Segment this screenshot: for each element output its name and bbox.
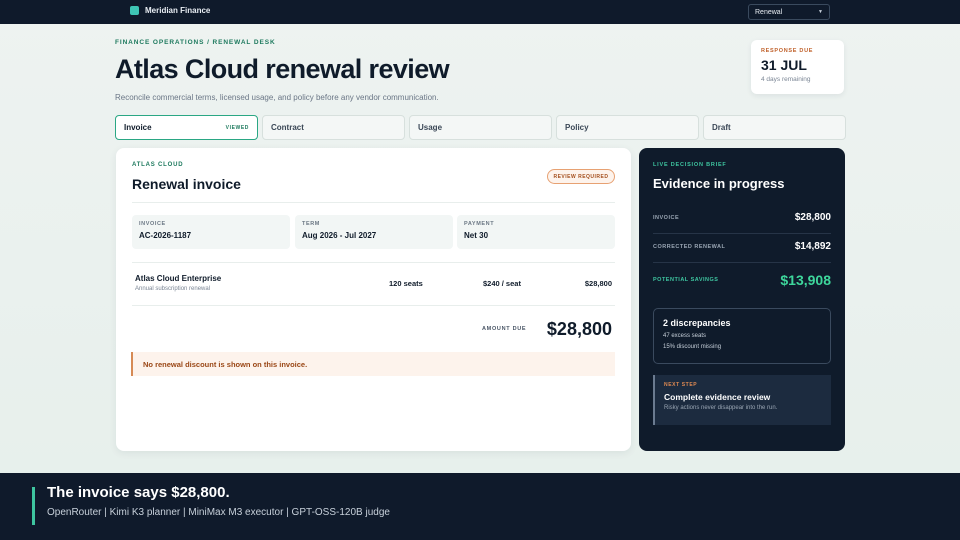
brief-row-corrected: CORRECTED RENEWAL $14,892	[653, 241, 831, 252]
divider	[653, 233, 831, 234]
meta-value: Net 30	[464, 231, 489, 240]
divider	[132, 202, 615, 203]
tab-label: Usage	[418, 123, 443, 132]
brief-eyebrow: LIVE DECISION BRIEF	[653, 162, 727, 168]
caption-subtitle: OpenRouter | Kimi K3 planner | MiniMax M…	[47, 507, 390, 518]
workflow-select[interactable]: Renewal ▼	[748, 4, 830, 20]
discrepancies-box: 2 discrepancies 47 excess seats 15% disc…	[653, 308, 831, 364]
payment-box: PAYMENT Net 30	[457, 215, 615, 249]
brief-row-value: $28,800	[794, 212, 831, 223]
brief-row-label: CORRECTED RENEWAL	[653, 243, 726, 250]
invoice-number-box: INVOICE AC-2026-1187	[132, 215, 290, 249]
top-bar: Meridian Finance Renewal ▼	[0, 0, 960, 24]
discrepancies-title: 2 discrepancies	[663, 318, 731, 328]
tab-contract[interactable]: Contract	[262, 115, 405, 140]
divider	[132, 262, 615, 263]
response-due-label: RESPONSE DUE	[761, 48, 814, 54]
brief-row-value: $14,892	[794, 241, 831, 252]
potential-savings-value: $13,908	[780, 272, 831, 288]
discrepancy-item: 15% discount missing	[663, 344, 722, 350]
brief-row-label: POTENTIAL SAVINGS	[653, 277, 719, 283]
invoice-title: Renewal invoice	[132, 176, 241, 192]
tab-draft[interactable]: Draft	[703, 115, 846, 140]
meta-value: Aug 2026 - Jul 2027	[302, 231, 377, 240]
caption-accent-bar	[32, 487, 35, 525]
discount-alert: No renewal discount is shown on this inv…	[131, 352, 615, 376]
tab-label: Invoice	[124, 123, 152, 132]
divider	[653, 262, 831, 263]
brief-row-label: INVOICE	[653, 214, 680, 221]
page-subtitle: Reconcile commercial terms, licensed usa…	[115, 93, 439, 102]
tab-label: Policy	[565, 123, 589, 132]
meta-label: TERM	[302, 221, 320, 227]
divider	[132, 305, 615, 306]
next-step-title: Complete evidence review	[664, 392, 771, 402]
line-item-total: $28,800	[584, 279, 612, 288]
tab-bar: Invoice VIEWED Contract Usage Policy Dra…	[115, 115, 846, 140]
response-due-remaining: 4 days remaining	[761, 76, 811, 83]
brand[interactable]: Meridian Finance	[130, 6, 210, 15]
tab-policy[interactable]: Policy	[556, 115, 699, 140]
next-step-description: Risky actions never disappear into the r…	[664, 405, 778, 411]
review-required-badge: REVIEW REQUIRED	[547, 169, 615, 184]
discrepancy-item: 47 excess seats	[663, 333, 707, 339]
decision-brief-panel: LIVE DECISION BRIEF Evidence in progress…	[639, 148, 845, 451]
brand-name: Meridian Finance	[145, 6, 211, 15]
breadcrumb: FINANCE OPERATIONS / RENEWAL DESK	[115, 39, 276, 46]
next-step-box[interactable]: NEXT STEP Complete evidence review Risky…	[653, 375, 831, 425]
tab-invoice[interactable]: Invoice VIEWED	[115, 115, 258, 140]
page-title: Atlas Cloud renewal review	[115, 54, 450, 84]
meta-label: PAYMENT	[464, 221, 495, 227]
chevron-down-icon: ▼	[818, 9, 823, 15]
meta-label: INVOICE	[139, 221, 166, 227]
line-item-name: Atlas Cloud Enterprise	[135, 274, 222, 283]
amount-due-value: $28,800	[546, 319, 612, 339]
line-item-rate: $240 / seat	[483, 279, 521, 288]
response-due-date: 31 JUL	[761, 57, 807, 73]
brand-logo-icon	[130, 6, 139, 15]
tab-usage[interactable]: Usage	[409, 115, 552, 140]
next-step-label: NEXT STEP	[664, 382, 698, 388]
vendor-label: ATLAS CLOUD	[132, 162, 184, 168]
amount-due-label: AMOUNT DUE	[482, 326, 527, 332]
brief-title: Evidence in progress	[653, 176, 785, 191]
line-item-seats: 120 seats	[389, 279, 423, 288]
tab-label: Contract	[271, 123, 304, 132]
tab-label: Draft	[712, 123, 731, 132]
meta-value: AC-2026-1187	[139, 231, 192, 240]
response-due-card: RESPONSE DUE 31 JUL 4 days remaining	[751, 40, 844, 94]
brief-row-invoice: INVOICE $28,800	[653, 212, 831, 223]
workflow-select-value: Renewal	[755, 8, 783, 16]
term-box: TERM Aug 2026 - Jul 2027	[295, 215, 453, 249]
viewed-badge: VIEWED	[225, 124, 249, 131]
invoice-card: ATLAS CLOUD Renewal invoice REVIEW REQUI…	[116, 148, 631, 451]
caption-title: The invoice says $28,800.	[47, 484, 230, 501]
line-item-description: Annual subscription renewal	[135, 286, 211, 292]
caption-bar: The invoice says $28,800. OpenRouter | K…	[0, 473, 960, 540]
brief-row-savings: POTENTIAL SAVINGS $13,908	[653, 272, 831, 288]
